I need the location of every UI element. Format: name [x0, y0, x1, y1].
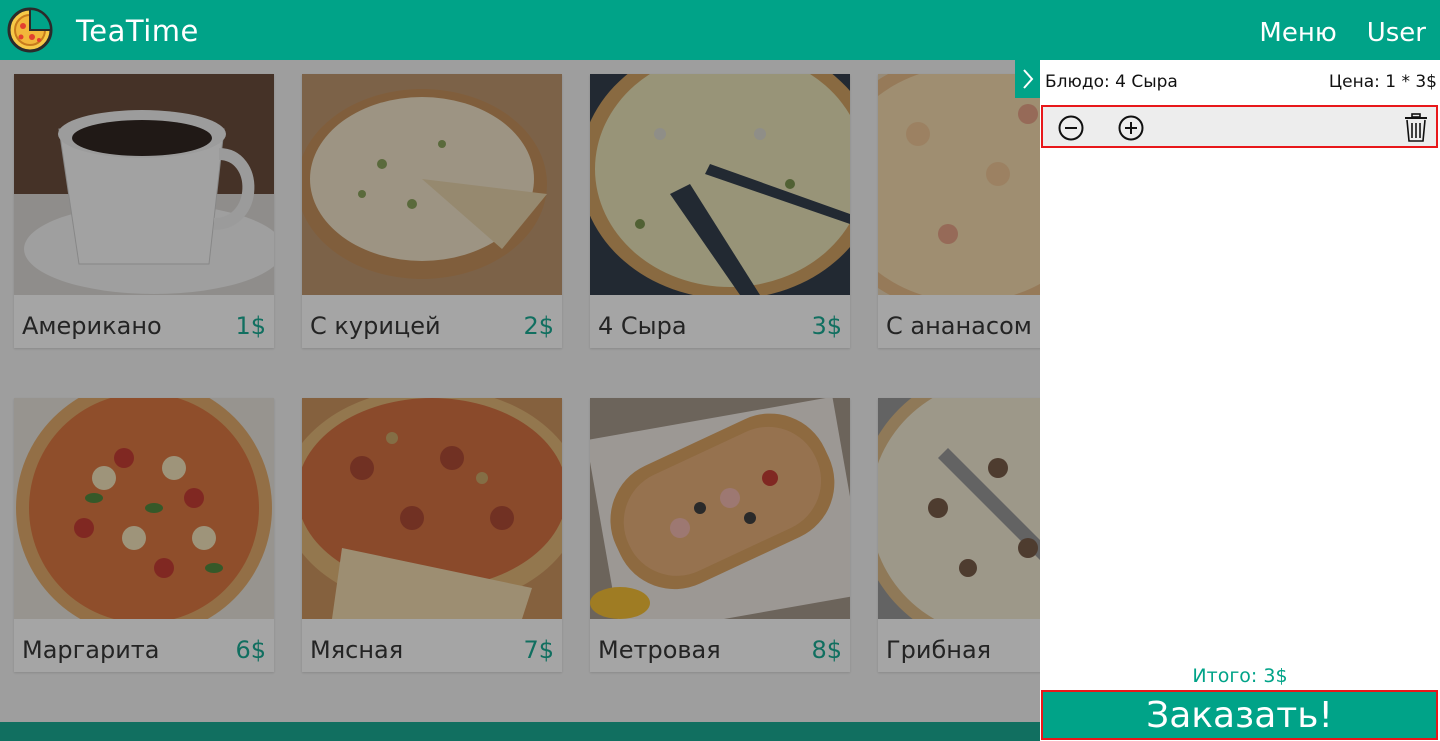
- bottom-bar: [0, 722, 1040, 741]
- cart-item-name: Блюдо: 4 Сыра: [1045, 72, 1178, 92]
- product-price: 2$: [523, 311, 554, 340]
- product-footer: Грибная: [878, 623, 1040, 672]
- product-image-mushroom-pizza: [878, 398, 1040, 648]
- pizza-logo-icon[interactable]: [6, 6, 54, 54]
- product-image-americano: [14, 74, 274, 295]
- app-header: TeaTime Меню User: [0, 0, 1440, 60]
- collapse-panel-button[interactable]: [1015, 60, 1040, 98]
- product-name: Американо: [22, 311, 162, 340]
- product-price: 7$: [523, 635, 554, 664]
- product-name: С ананасом: [886, 311, 1032, 340]
- product-name: Метровая: [598, 635, 721, 664]
- product-price: 6$: [235, 635, 266, 664]
- product-image-meter-pizza: [590, 398, 850, 638]
- product-footer: 4 Сыра 3$: [590, 299, 850, 348]
- product-footer: Метровая 8$: [590, 623, 850, 672]
- product-image-margherita: [14, 398, 274, 636]
- brand-title[interactable]: TeaTime: [76, 14, 199, 48]
- product-image-pineapple-pizza: [878, 74, 1040, 314]
- product-price: 3$: [811, 311, 842, 340]
- cart-item-header: Блюдо: 4 Сыра Цена: 1 * 3$: [1045, 72, 1437, 92]
- plus-circle-icon[interactable]: [1118, 115, 1144, 141]
- product-price: 1$: [235, 311, 266, 340]
- product-card[interactable]: С курицей 2$: [302, 74, 562, 348]
- product-name: Маргарита: [22, 635, 160, 664]
- product-name: 4 Сыра: [598, 311, 687, 340]
- product-card[interactable]: 4 Сыра 3$: [590, 74, 850, 348]
- product-name: Грибная: [886, 635, 992, 664]
- product-footer: Мясная 7$: [302, 623, 562, 672]
- product-grid: Американо 1$ С курицей 2$ 4 Сыра 3$ С ан…: [0, 60, 1040, 741]
- product-card[interactable]: Американо 1$: [14, 74, 274, 348]
- product-footer: Американо 1$: [14, 299, 274, 348]
- product-image-meat-pizza: [302, 398, 562, 619]
- product-footer: С курицей 2$: [302, 299, 562, 348]
- product-footer: Маргарита 6$: [14, 623, 274, 672]
- order-button[interactable]: Заказать!: [1041, 690, 1438, 740]
- product-name: С курицей: [310, 311, 441, 340]
- top-nav: Меню User: [1259, 18, 1426, 48]
- nav-user-link[interactable]: User: [1367, 18, 1426, 48]
- minus-circle-icon[interactable]: [1058, 115, 1084, 141]
- cart-item-price: Цена: 1 * 3$: [1328, 72, 1437, 92]
- product-card[interactable]: Мясная 7$: [302, 398, 562, 672]
- product-name: Мясная: [310, 635, 404, 664]
- cart-panel: Блюдо: 4 Сыра Цена: 1 * 3$ Итого: 3$ Зак…: [1040, 60, 1440, 741]
- trash-icon[interactable]: [1403, 113, 1429, 143]
- product-price: 8$: [811, 635, 842, 664]
- product-card[interactable]: С ананасом: [878, 74, 1040, 348]
- product-image-four-cheese: [590, 74, 850, 299]
- product-card[interactable]: Грибная: [878, 398, 1040, 672]
- product-card[interactable]: Маргарита 6$: [14, 398, 274, 672]
- chevron-right-icon: [1022, 69, 1033, 89]
- product-footer: С ананасом: [878, 299, 1040, 348]
- cart-item-controls: [1041, 105, 1438, 148]
- cart-total: Итого: 3$: [1192, 665, 1288, 687]
- product-image-chicken-pizza: [302, 74, 562, 295]
- product-card[interactable]: Метровая 8$: [590, 398, 850, 672]
- nav-menu-link[interactable]: Меню: [1259, 18, 1336, 48]
